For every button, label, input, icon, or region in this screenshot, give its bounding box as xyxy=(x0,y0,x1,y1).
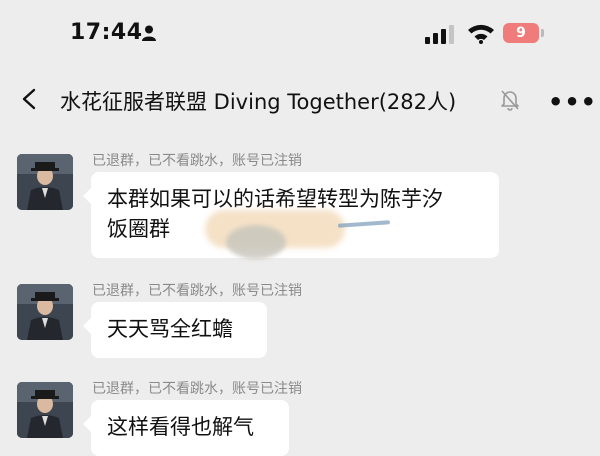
message-text: 天天骂全红蟾 xyxy=(107,317,233,341)
battery-cap xyxy=(541,29,544,37)
avatar[interactable] xyxy=(17,284,73,340)
back-chevron-icon[interactable] xyxy=(18,87,42,111)
person-icon xyxy=(142,25,156,41)
avatar[interactable] xyxy=(17,382,73,438)
battery-level: 9 xyxy=(503,23,539,43)
chat-title: 水花征服者联盟 Diving Together(282人) xyxy=(60,90,457,114)
sender-name: 已退群，已不看跳水，账号已注销 xyxy=(92,381,302,397)
avatar[interactable] xyxy=(17,154,73,210)
mute-bell-icon xyxy=(501,90,519,111)
status-time: 17:44 xyxy=(70,20,143,45)
sender-name: 已退群，已不看跳水，账号已注销 xyxy=(92,153,302,169)
status-bar: 17:44 9 xyxy=(0,0,600,70)
chat-header: 水花征服者联盟 Diving Together(282人) ••• xyxy=(0,70,600,130)
message-bubble[interactable]: 这样看得也解气 xyxy=(83,400,289,456)
message-bubble[interactable]: 天天骂全红蟾 xyxy=(83,302,267,358)
message-text: 这样看得也解气 xyxy=(107,415,254,439)
cellular-signal-icon xyxy=(425,25,454,44)
more-options-icon[interactable]: ••• xyxy=(548,88,597,116)
sender-name: 已退群，已不看跳水，账号已注销 xyxy=(92,283,302,299)
wifi-icon xyxy=(468,24,494,44)
smudge-overlay xyxy=(226,225,286,259)
